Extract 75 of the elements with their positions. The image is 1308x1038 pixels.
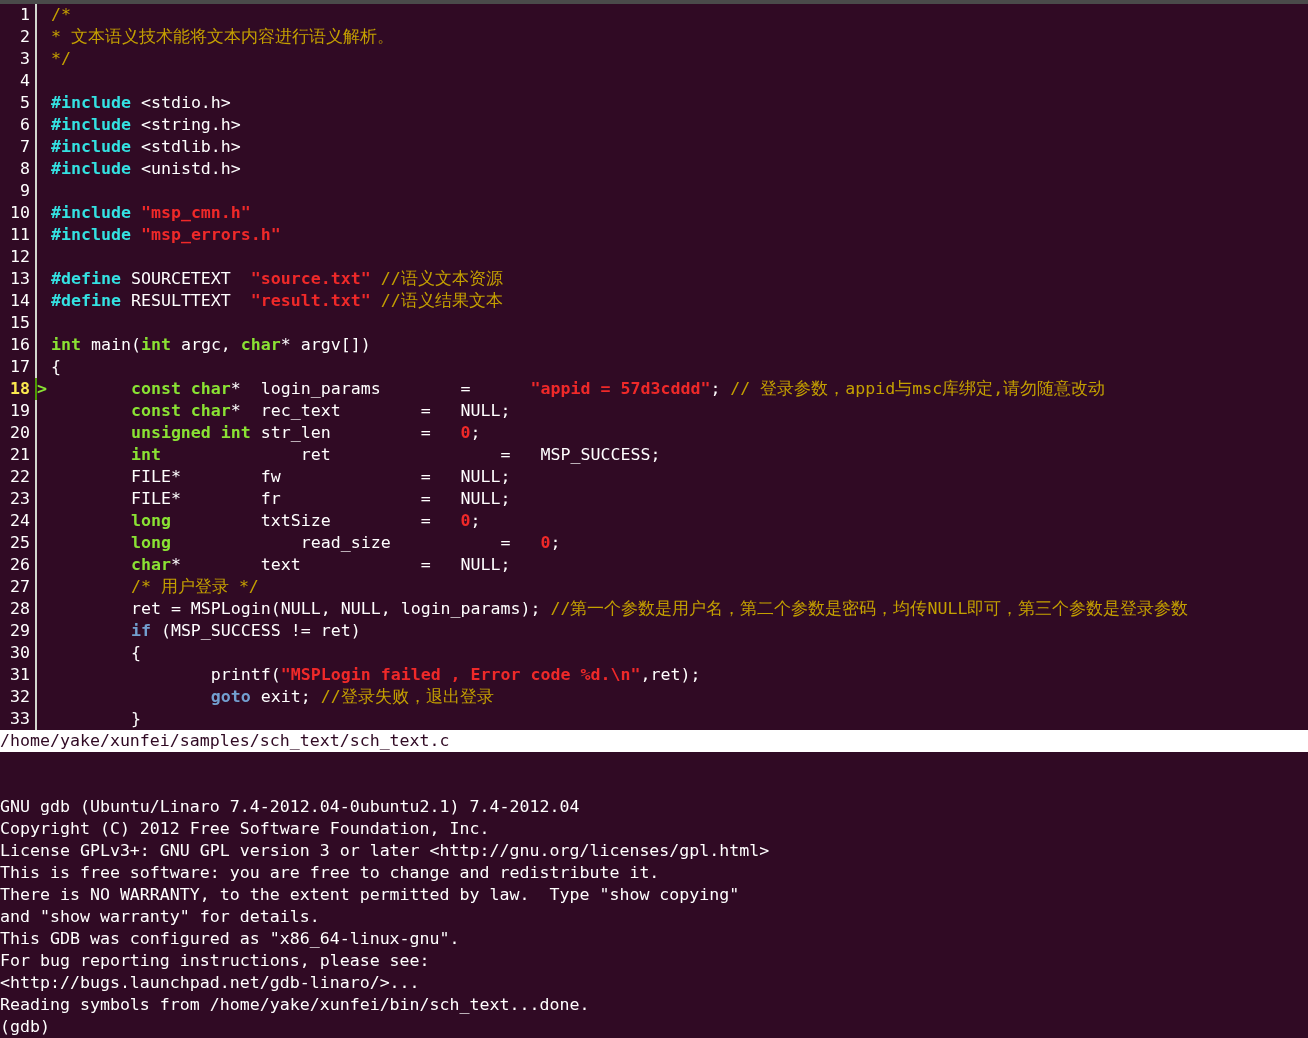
line-number: 26: [9, 554, 30, 576]
code-line: * 文本语义技术能将文本内容进行语义解析。: [51, 26, 394, 48]
console-line: <http://bugs.launchpad.net/gdb-linaro/>...: [0, 972, 421, 994]
line-number: 12: [9, 246, 30, 268]
line-number: 5: [19, 92, 30, 114]
code-line: if (MSP_SUCCESS != ret): [129, 620, 361, 642]
line-number: 29: [9, 620, 30, 642]
console-line: For bug reporting instructions, please see:: [0, 950, 431, 972]
code-line: #include <string.h>: [51, 114, 241, 136]
console-line: Reading symbols from /home/yake/xunfei/bin/sch_text...done.: [0, 994, 591, 1016]
line-number: 27: [9, 576, 30, 598]
code-line: long read_size = 0;: [129, 532, 561, 554]
code-line: printf("MSPLogin failed , Error code %d.\n",ret);: [209, 664, 701, 686]
line-number: 16: [9, 334, 30, 356]
code-line: #include <unistd.h>: [51, 158, 241, 180]
code-line: {: [51, 356, 61, 378]
line-number: 30: [9, 642, 30, 664]
line-number: 13: [9, 268, 30, 290]
line-number: 25: [9, 532, 30, 554]
line-number: 28: [9, 598, 30, 620]
console-line: This GDB was configured as "x86_64-linux-gnu".: [0, 928, 461, 950]
code-line: {: [129, 642, 141, 664]
code-line: }: [129, 708, 141, 730]
code-line: unsigned int str_len = 0;: [129, 422, 481, 444]
line-number: 22: [9, 466, 30, 488]
code-line: #define RESULTTEXT "result.txt" //语义结果文本: [51, 290, 503, 312]
code-line: */: [51, 48, 71, 70]
console-line: License GPLv3+: GNU GPL version 3 or later <http://gnu.org/licenses/gpl.html>: [0, 840, 771, 862]
code-line: /* 用户登录 */: [129, 576, 259, 598]
line-number: 10: [9, 202, 30, 224]
line-number: 6: [19, 114, 30, 136]
line-number: 9: [19, 180, 30, 202]
line-number: 14: [9, 290, 30, 312]
code-line: /*: [51, 4, 71, 26]
line-number: 19: [9, 400, 30, 422]
code-line: goto exit; //登录失败，退出登录: [209, 686, 494, 708]
line-number: 24: [9, 510, 30, 532]
line-number: 21: [9, 444, 30, 466]
line-number: 8: [19, 158, 30, 180]
line-number: 17: [9, 356, 30, 378]
code-line: #define SOURCETEXT "source.txt" //语义文本资源: [51, 268, 503, 290]
code-line: int main(int argc, char* argv[]): [51, 334, 371, 356]
code-line: #include <stdio.h>: [51, 92, 231, 114]
code-line: int ret = MSP_SUCCESS;: [129, 444, 661, 466]
line-number: 1: [19, 4, 30, 26]
current-line-marker: >: [37, 378, 47, 400]
code-line: FILE* fr = NULL;: [129, 488, 511, 510]
line-number: 31: [9, 664, 30, 686]
console-line: Copyright (C) 2012 Free Software Foundation, Inc.: [0, 818, 491, 840]
code-line: long txtSize = 0;: [129, 510, 481, 532]
console-line: This is free software: you are free to change and redistribute it.: [0, 862, 661, 884]
file-path: /home/yake/xunfei/samples/sch_text/sch_text.c: [0, 731, 450, 750]
code-line: #include "msp_cmn.h": [51, 202, 251, 224]
console-line: GNU gdb (Ubuntu/Linaro 7.4-2012.04-0ubuntu2.1) 7.4-2012.04: [0, 796, 581, 818]
console-line: There is NO WARRANTY, to the extent permitted by law. Type "show copying": [0, 884, 741, 906]
code-line: FILE* fw = NULL;: [129, 466, 511, 488]
code-line: const char* rec_text = NULL;: [129, 400, 511, 422]
line-number: 11: [9, 224, 30, 246]
line-number: 32: [9, 686, 30, 708]
code-line: #include "msp_errors.h": [51, 224, 281, 246]
console-line: and "show warranty" for details.: [0, 906, 321, 928]
line-number: 33: [9, 708, 30, 730]
line-number: 7: [19, 136, 30, 158]
code-line: char* text = NULL;: [129, 554, 511, 576]
line-number: 18: [9, 378, 30, 400]
code-line: ret = MSPLogin(NULL, NULL, login_params); //第一个参数是用户名，第二个参数是密码，均传NULL即可，第三个参数是登录参数: [129, 598, 1189, 620]
line-number: 2: [19, 26, 30, 48]
line-number: 4: [19, 70, 30, 92]
line-number: 23: [9, 488, 30, 510]
line-number: 3: [19, 48, 30, 70]
console-line: (gdb): [0, 1016, 51, 1038]
line-number: 15: [9, 312, 30, 334]
code-line: const char* login_params = "appid = 57d3cddd"; // 登录参数，appid与msc库绑定,请勿随意改动: [129, 378, 1106, 400]
line-number: 20: [9, 422, 30, 444]
code-line: #include <stdlib.h>: [51, 136, 241, 158]
